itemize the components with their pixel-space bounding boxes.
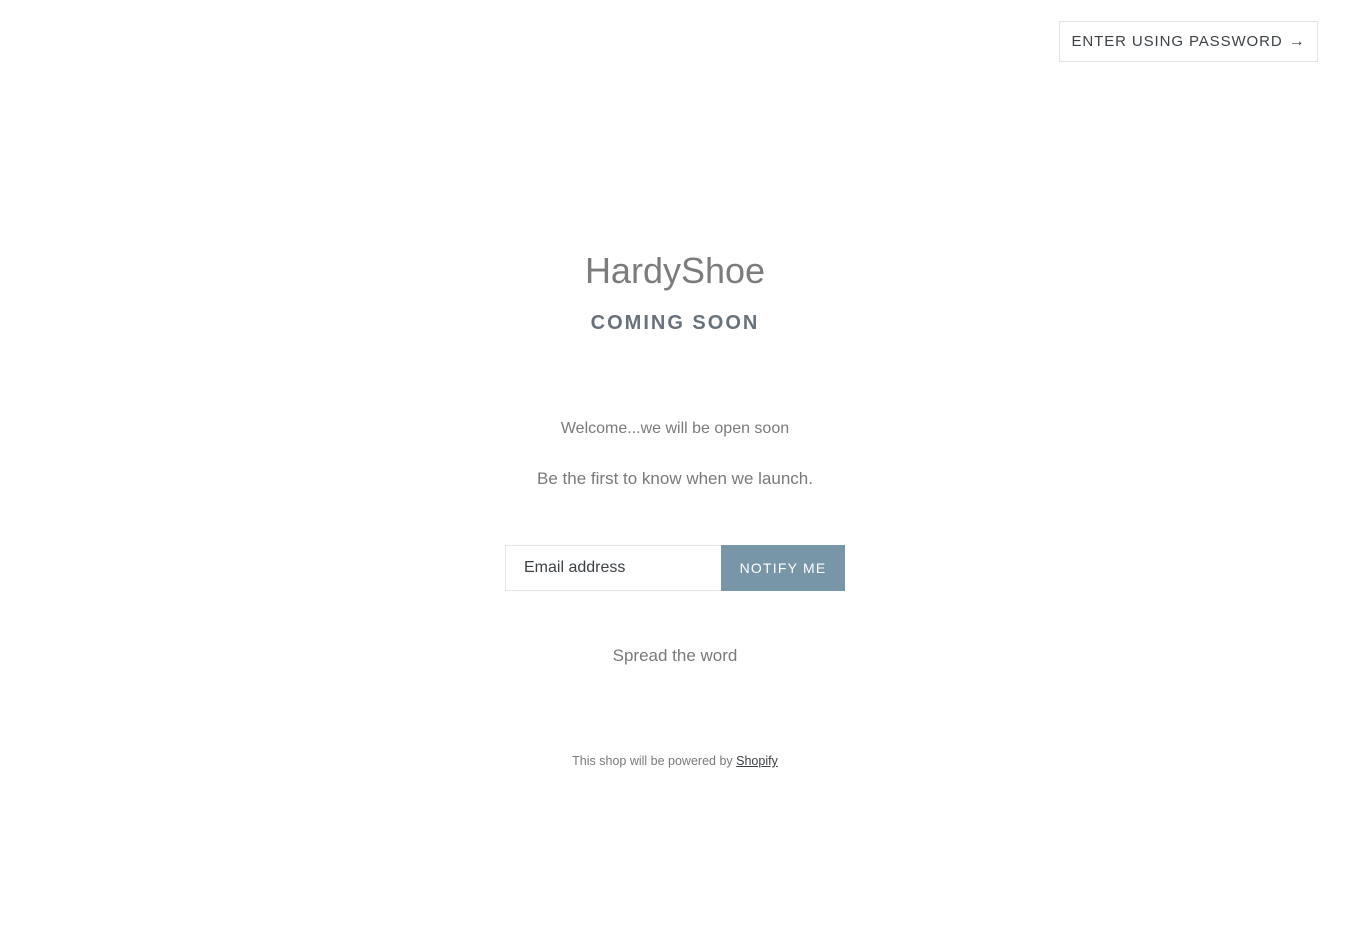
shopify-link[interactable]: Shopify xyxy=(736,754,778,768)
coming-soon-heading: COMING SOON xyxy=(590,312,760,334)
password-button-label: ENTER USING PASSWORD xyxy=(1071,33,1283,50)
notify-me-button[interactable]: NOTIFY ME xyxy=(721,545,845,591)
store-name: HardyShoe xyxy=(584,250,766,291)
welcome-message: Welcome...we will be open soon xyxy=(560,420,790,437)
newsletter-form: NOTIFY ME xyxy=(505,545,845,591)
password-page: ENTER USING PASSWORD → HardyShoe COMING … xyxy=(0,0,1350,940)
spread-the-word-label: Spread the word xyxy=(612,646,738,665)
arrow-right-icon: → xyxy=(1288,32,1306,50)
powered-by-footer: This shop will be powered by Shopify xyxy=(0,754,1350,768)
powered-by-text: This shop will be powered by xyxy=(572,754,733,768)
email-field[interactable] xyxy=(505,545,721,591)
launch-notice: Be the first to know when we launch. xyxy=(537,469,813,488)
enter-using-password-button[interactable]: ENTER USING PASSWORD → xyxy=(1059,21,1318,62)
